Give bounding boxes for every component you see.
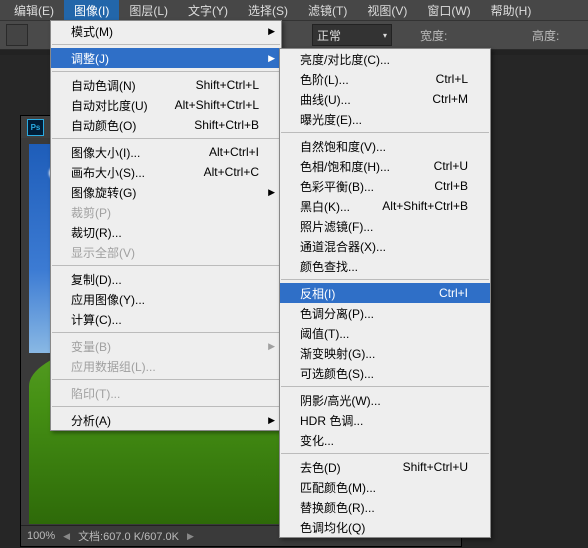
separator: [281, 279, 489, 280]
image-menu: 模式(M) 调整(J) 自动色调(N)Shift+Ctrl+L 自动对比度(U)…: [50, 20, 282, 431]
separator: [52, 265, 280, 266]
menu-layer[interactable]: 图层(L): [119, 0, 178, 21]
menu-item-auto-tone[interactable]: 自动色调(N)Shift+Ctrl+L: [51, 75, 281, 95]
menu-item-photo-filter[interactable]: 照片滤镜(F)...: [280, 216, 490, 236]
zoom-value[interactable]: 100%: [27, 530, 55, 542]
menu-item-trim[interactable]: 裁切(R)...: [51, 222, 281, 242]
menu-item-reveal-all[interactable]: 显示全部(V): [51, 242, 281, 262]
tool-swatch[interactable]: [6, 24, 28, 46]
separator: [281, 386, 489, 387]
menu-item-calculations[interactable]: 计算(C)...: [51, 309, 281, 329]
chevron-down-icon: ▾: [383, 31, 387, 40]
menu-item-black-white[interactable]: 黑白(K)...Alt+Shift+Ctrl+B: [280, 196, 490, 216]
menu-image[interactable]: 图像(I): [64, 0, 119, 21]
menu-item-auto-contrast[interactable]: 自动对比度(U)Alt+Shift+Ctrl+L: [51, 95, 281, 115]
menu-item-crop[interactable]: 裁剪(P): [51, 202, 281, 222]
menu-item-apply-data-set[interactable]: 应用数据组(L)...: [51, 356, 281, 376]
adjustments-submenu: 亮度/对比度(C)... 色阶(L)...Ctrl+L 曲线(U)...Ctrl…: [279, 48, 491, 538]
menu-item-vibrance[interactable]: 自然饱和度(V)...: [280, 136, 490, 156]
menu-item-selective-color[interactable]: 可选颜色(S)...: [280, 363, 490, 383]
menu-help[interactable]: 帮助(H): [481, 0, 542, 21]
doc-size-label: 文档:607.0 K/607.0K: [78, 528, 179, 544]
menu-type[interactable]: 文字(Y): [178, 0, 238, 21]
menu-item-shadows-highlights[interactable]: 阴影/高光(W)...: [280, 390, 490, 410]
menu-item-auto-color[interactable]: 自动颜色(O)Shift+Ctrl+B: [51, 115, 281, 135]
height-label: 高度:: [532, 27, 559, 44]
menu-item-levels[interactable]: 色阶(L)...Ctrl+L: [280, 69, 490, 89]
menu-item-color-lookup[interactable]: 颜色查找...: [280, 256, 490, 276]
separator: [52, 379, 280, 380]
menu-item-duplicate[interactable]: 复制(D)...: [51, 269, 281, 289]
menu-item-hue-saturation[interactable]: 色相/饱和度(H)...Ctrl+U: [280, 156, 490, 176]
menu-view[interactable]: 视图(V): [357, 0, 417, 21]
menu-item-color-balance[interactable]: 色彩平衡(B)...Ctrl+B: [280, 176, 490, 196]
blend-mode-select[interactable]: 正常 ▾: [312, 24, 392, 46]
separator: [52, 71, 280, 72]
triangle-left-icon[interactable]: ◀: [63, 531, 70, 542]
menu-item-brightness-contrast[interactable]: 亮度/对比度(C)...: [280, 49, 490, 69]
menu-item-hdr-toning[interactable]: HDR 色调...: [280, 410, 490, 430]
menu-item-mode[interactable]: 模式(M): [51, 21, 281, 41]
menu-item-image-rotation[interactable]: 图像旋转(G): [51, 182, 281, 202]
width-label: 宽度:: [420, 27, 447, 44]
menu-item-match-color[interactable]: 匹配颜色(M)...: [280, 477, 490, 497]
separator: [281, 453, 489, 454]
separator: [52, 138, 280, 139]
menu-item-trap[interactable]: 陷印(T)...: [51, 383, 281, 403]
menu-item-analysis[interactable]: 分析(A): [51, 410, 281, 430]
menu-item-variables[interactable]: 变量(B): [51, 336, 281, 356]
menu-item-invert[interactable]: 反相(I)Ctrl+I: [280, 283, 490, 303]
separator: [52, 332, 280, 333]
menu-item-posterize[interactable]: 色调分离(P)...: [280, 303, 490, 323]
menu-item-apply-image[interactable]: 应用图像(Y)...: [51, 289, 281, 309]
menu-item-canvas-size[interactable]: 画布大小(S)...Alt+Ctrl+C: [51, 162, 281, 182]
menu-select[interactable]: 选择(S): [238, 0, 298, 21]
ps-icon: Ps: [27, 119, 44, 136]
triangle-right-icon[interactable]: ▶: [187, 531, 194, 542]
menu-item-variations[interactable]: 变化...: [280, 430, 490, 450]
menu-item-threshold[interactable]: 阈值(T)...: [280, 323, 490, 343]
menu-window[interactable]: 窗口(W): [417, 0, 480, 21]
menu-item-replace-color[interactable]: 替换颜色(R)...: [280, 497, 490, 517]
menu-item-adjustments[interactable]: 调整(J): [51, 48, 281, 68]
menu-item-channel-mixer[interactable]: 通道混合器(X)...: [280, 236, 490, 256]
menu-filter[interactable]: 滤镜(T): [298, 0, 357, 21]
separator: [52, 44, 280, 45]
menu-edit[interactable]: 编辑(E): [4, 0, 64, 21]
menu-item-exposure[interactable]: 曝光度(E)...: [280, 109, 490, 129]
menu-item-gradient-map[interactable]: 渐变映射(G)...: [280, 343, 490, 363]
blend-mode-value: 正常: [317, 27, 341, 44]
menu-item-desaturate[interactable]: 去色(D)Shift+Ctrl+U: [280, 457, 490, 477]
separator: [281, 132, 489, 133]
menu-item-equalize[interactable]: 色调均化(Q): [280, 517, 490, 537]
menubar: 编辑(E) 图像(I) 图层(L) 文字(Y) 选择(S) 滤镜(T) 视图(V…: [0, 0, 588, 20]
menu-item-image-size[interactable]: 图像大小(I)...Alt+Ctrl+I: [51, 142, 281, 162]
separator: [52, 406, 280, 407]
menu-item-curves[interactable]: 曲线(U)...Ctrl+M: [280, 89, 490, 109]
